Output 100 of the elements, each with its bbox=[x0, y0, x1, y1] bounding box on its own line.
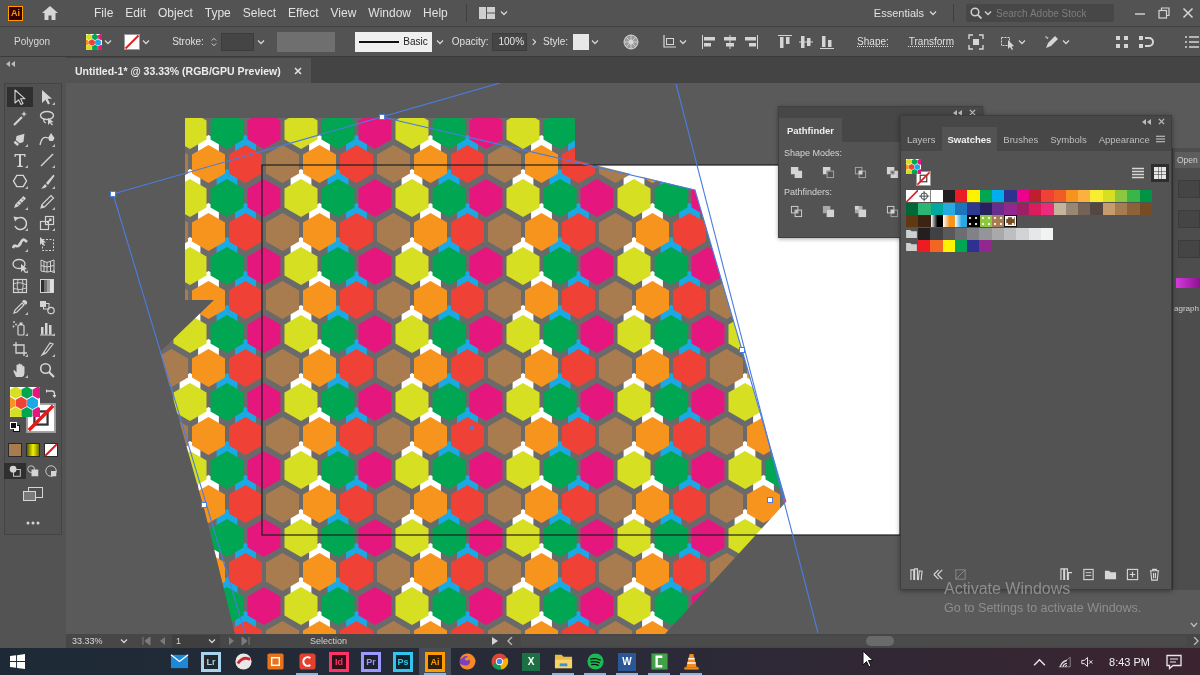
color-swatch[interactable] bbox=[918, 202, 931, 215]
registration-swatch[interactable] bbox=[918, 190, 931, 203]
corner-brackets-icon[interactable] bbox=[968, 33, 984, 50]
color-swatch[interactable] bbox=[930, 240, 943, 253]
selection-handle[interactable] bbox=[379, 114, 385, 120]
hexagon-pattern[interactable] bbox=[160, 118, 786, 634]
trimmed-squares-icon[interactable] bbox=[822, 205, 835, 218]
gradient-swatch[interactable] bbox=[955, 215, 968, 228]
chevron-right-icon[interactable] bbox=[531, 36, 537, 47]
stacked-squares-icon[interactable] bbox=[10, 422, 20, 432]
brush-field[interactable]: Basic bbox=[355, 31, 432, 52]
cropped-squares-icon[interactable] bbox=[886, 205, 899, 218]
menu-item[interactable]: Edit bbox=[119, 6, 153, 20]
color-swatch[interactable] bbox=[1004, 227, 1017, 240]
slashed-square-icon[interactable] bbox=[44, 443, 58, 457]
caret-icon[interactable] bbox=[591, 38, 600, 45]
color-swatch[interactable] bbox=[955, 190, 968, 203]
color-swatch[interactable] bbox=[1078, 202, 1091, 215]
circle-corner-icon[interactable] bbox=[45, 465, 57, 477]
stroke-swatch[interactable] bbox=[124, 33, 141, 50]
caret-icon[interactable] bbox=[1062, 38, 1070, 45]
clock[interactable]: 8:43 PM bbox=[1109, 655, 1150, 668]
list-menu-icon[interactable] bbox=[1184, 33, 1200, 50]
open-button[interactable]: Open bbox=[1175, 152, 1200, 168]
color-swatch[interactable] bbox=[955, 202, 968, 215]
pen-icon[interactable] bbox=[11, 131, 28, 147]
mesh-grid-icon[interactable] bbox=[11, 278, 28, 294]
knife-icon[interactable] bbox=[38, 341, 55, 357]
color-swatch[interactable] bbox=[1090, 202, 1103, 215]
menu-item[interactable]: Type bbox=[198, 6, 237, 20]
swap-arrow-icon[interactable] bbox=[46, 388, 56, 398]
caret-icon[interactable] bbox=[104, 38, 113, 45]
caret-icon[interactable] bbox=[499, 10, 508, 16]
horizontal-scrollbar[interactable] bbox=[521, 636, 1186, 646]
color-swatch[interactable] bbox=[1127, 202, 1140, 215]
collapse-icon[interactable] bbox=[6, 61, 15, 67]
books-icon[interactable] bbox=[910, 567, 923, 581]
color-swatch[interactable] bbox=[1078, 190, 1091, 203]
none-swatch[interactable] bbox=[906, 190, 919, 203]
graphic-style-swatch[interactable] bbox=[573, 33, 590, 50]
divided-squares-icon[interactable] bbox=[790, 205, 803, 218]
wifi-icon[interactable] bbox=[1058, 655, 1072, 668]
magic-wand-icon[interactable] bbox=[11, 110, 28, 126]
selection-handle[interactable] bbox=[110, 191, 116, 197]
restore-icon[interactable] bbox=[1158, 7, 1170, 19]
opacity-label[interactable]: Opacity: bbox=[451, 36, 489, 47]
grid-view-icon[interactable] bbox=[1151, 164, 1169, 182]
artboard-number-field[interactable]: 1 bbox=[172, 634, 220, 648]
color-swatch[interactable] bbox=[967, 190, 980, 203]
pencil-icon[interactable] bbox=[38, 194, 55, 210]
selection-handle[interactable] bbox=[767, 497, 773, 503]
color-swatch[interactable] bbox=[906, 202, 919, 215]
color-swatch[interactable] bbox=[1041, 190, 1054, 203]
collapse-icon[interactable] bbox=[1142, 118, 1151, 125]
caret-icon[interactable] bbox=[435, 38, 444, 45]
panel-tab[interactable]: Appearance bbox=[1092, 127, 1156, 151]
scroll-right-icon[interactable] bbox=[1191, 637, 1200, 645]
color-swatch[interactable] bbox=[930, 190, 943, 203]
panel-tab[interactable]: Swatches bbox=[941, 127, 998, 151]
muted-speaker-icon[interactable] bbox=[1081, 655, 1095, 668]
color-swatch[interactable] bbox=[1115, 202, 1128, 215]
color-swatch[interactable] bbox=[1016, 227, 1029, 240]
gradient-icon[interactable] bbox=[38, 278, 55, 294]
scroll-left-icon[interactable] bbox=[506, 637, 515, 645]
color-swatch[interactable] bbox=[918, 227, 931, 240]
opacity-field[interactable]: 100% bbox=[492, 32, 527, 51]
selection-handle[interactable] bbox=[201, 502, 207, 508]
variable-width-field[interactable] bbox=[276, 31, 336, 52]
double-chevron-icon[interactable] bbox=[932, 567, 945, 581]
stacked-windows-icon[interactable] bbox=[23, 487, 43, 501]
caret-icon[interactable] bbox=[256, 38, 265, 45]
close-icon[interactable] bbox=[1182, 7, 1194, 19]
align-middle-icon[interactable] bbox=[798, 33, 815, 50]
color-swatch[interactable] bbox=[906, 215, 919, 228]
color-swatch[interactable] bbox=[992, 202, 1005, 215]
merged-squares-icon[interactable] bbox=[790, 166, 803, 179]
fill-color-box[interactable] bbox=[10, 387, 40, 417]
color-swatch[interactable] bbox=[1004, 202, 1017, 215]
folder-icon[interactable] bbox=[906, 241, 917, 251]
square-over-circle-icon[interactable] bbox=[27, 465, 39, 477]
line-segment-icon[interactable] bbox=[38, 152, 55, 168]
color-swatch[interactable] bbox=[992, 190, 1005, 203]
play-arrow-icon[interactable] bbox=[490, 637, 499, 645]
panel-menu-icon[interactable] bbox=[1155, 135, 1165, 143]
menu-item[interactable]: Window bbox=[362, 6, 418, 20]
color-swatch[interactable] bbox=[918, 240, 931, 253]
crop-corners-icon[interactable] bbox=[11, 341, 28, 357]
paintbrush-icon[interactable] bbox=[38, 173, 55, 189]
pen-sparkle-icon[interactable] bbox=[1044, 33, 1060, 50]
lasso-icon[interactable] bbox=[38, 110, 55, 126]
books-icon[interactable] bbox=[1060, 567, 1073, 581]
plus-square-icon[interactable] bbox=[1126, 567, 1139, 581]
close-icon[interactable] bbox=[1158, 118, 1165, 125]
caret-icon[interactable] bbox=[679, 38, 688, 45]
pattern-swatch[interactable] bbox=[992, 215, 1005, 228]
panel-tab[interactable]: Brushes bbox=[997, 127, 1045, 151]
color-swatch[interactable] bbox=[967, 202, 980, 215]
trash-icon[interactable] bbox=[1148, 567, 1161, 581]
fill-swatch[interactable] bbox=[86, 33, 103, 50]
scale-icon[interactable] bbox=[38, 215, 55, 231]
